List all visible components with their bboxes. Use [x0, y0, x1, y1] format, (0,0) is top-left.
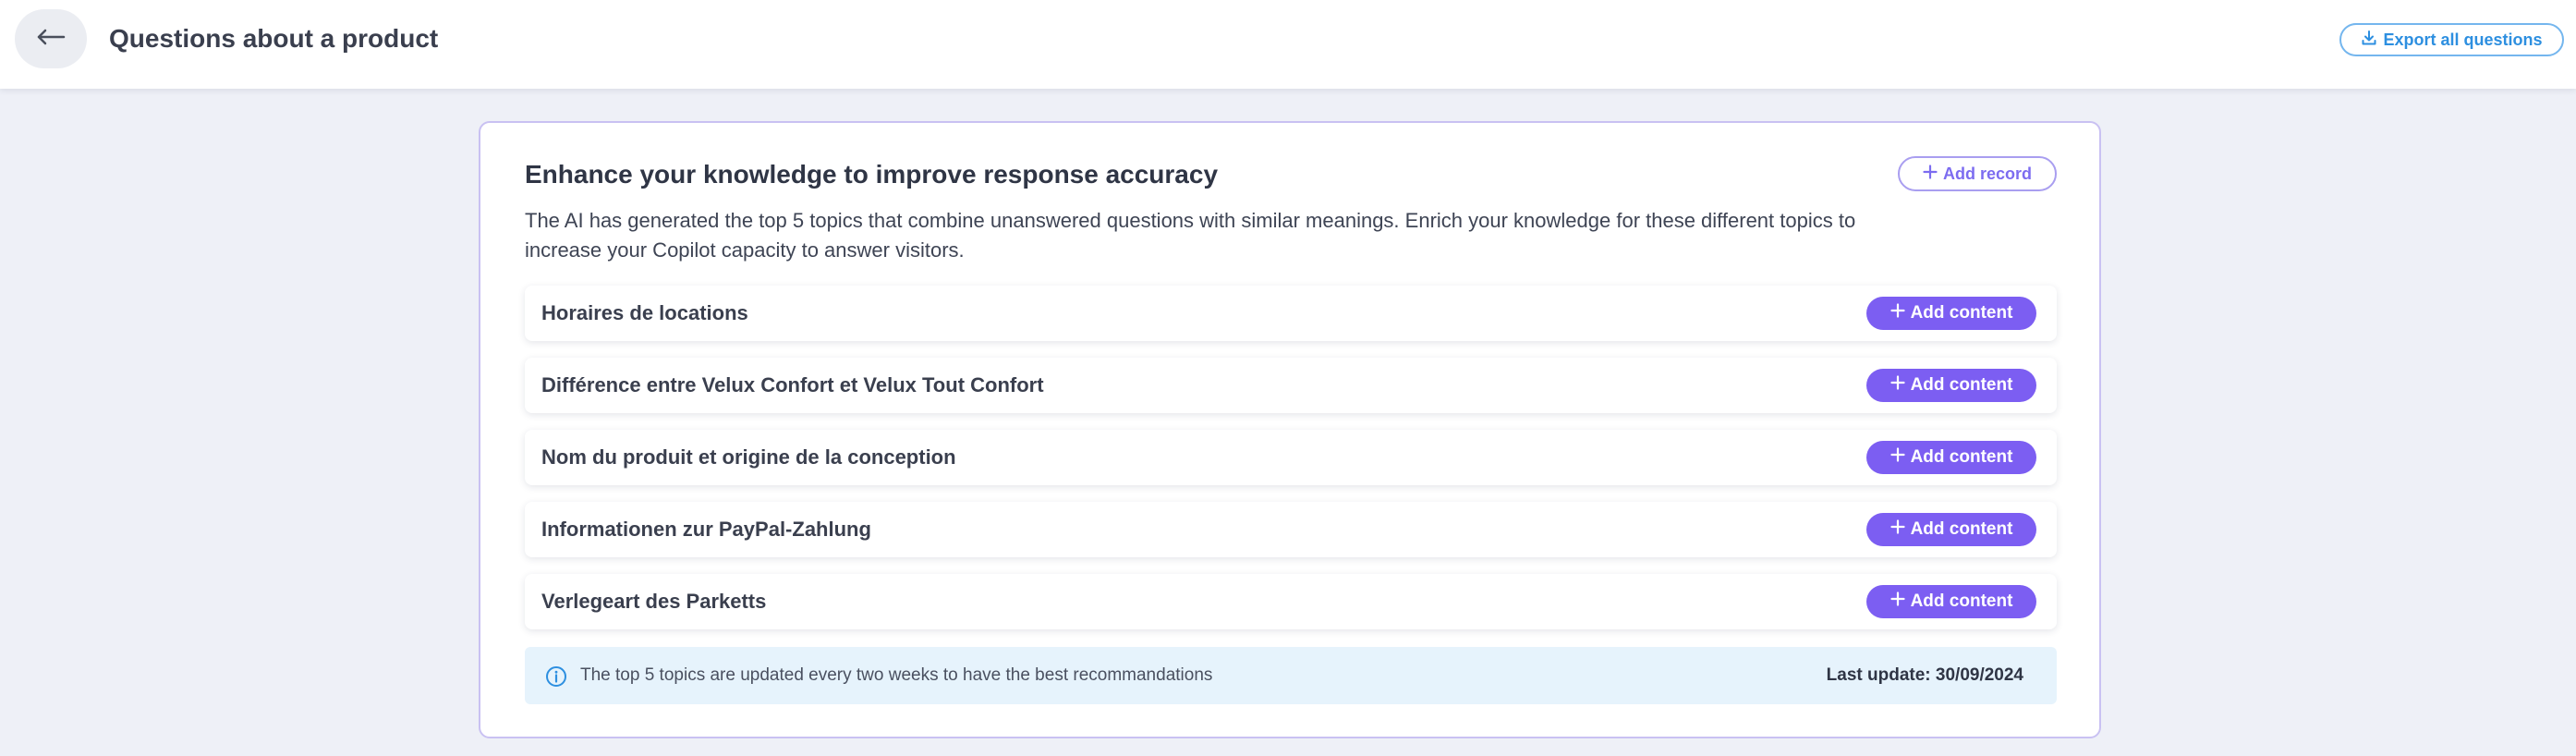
last-update: Last update: 30/09/2024	[1826, 665, 2023, 685]
arrow-left-icon	[36, 28, 66, 51]
topics-list: Horaires de locations Add content Différ…	[525, 286, 2057, 646]
topic-label: Différence entre Velux Confort et Velux …	[541, 373, 1044, 396]
add-content-button[interactable]: Add content	[1866, 441, 2036, 474]
page-title: Questions about a product	[109, 24, 439, 53]
add-record-button[interactable]: Add record	[1898, 156, 2057, 191]
back-button[interactable]	[15, 9, 87, 68]
plus-icon	[1889, 591, 1905, 612]
add-record-label: Add record	[1942, 164, 2032, 183]
topic-label: Nom du produit et origine de la concepti…	[541, 445, 956, 469]
topic-label: Horaires de locations	[541, 301, 748, 324]
add-content-button[interactable]: Add content	[1866, 585, 2036, 618]
card-description: The AI has generated the top 5 topics th…	[525, 209, 1856, 262]
topic-label: Verlegeart des Parketts	[541, 590, 767, 613]
card-title: Enhance your knowledge to improve respon…	[525, 160, 1219, 189]
add-content-label: Add content	[1910, 375, 2013, 395]
topic-row: Nom du produit et origine de la concepti…	[525, 430, 2057, 485]
plus-icon	[1889, 519, 1905, 540]
plus-icon	[1889, 447, 1905, 468]
plus-icon	[1889, 375, 1905, 396]
export-all-questions-button[interactable]: Export all questions	[2339, 23, 2564, 56]
topic-row: Différence entre Velux Confort et Velux …	[525, 358, 2057, 413]
info-text: The top 5 topics are updated every two w…	[580, 665, 1213, 685]
add-content-label: Add content	[1910, 519, 2013, 539]
add-content-label: Add content	[1910, 447, 2013, 467]
plus-icon	[1889, 303, 1905, 323]
topic-row: Horaires de locations Add content	[525, 286, 2057, 341]
topic-row: Verlegeart des Parketts Add content	[525, 574, 2057, 629]
topic-row: Informationen zur PayPal-Zahlung Add con…	[525, 502, 2057, 557]
add-content-label: Add content	[1910, 303, 2013, 323]
add-content-button[interactable]: Add content	[1866, 513, 2036, 546]
topic-label: Informationen zur PayPal-Zahlung	[541, 518, 871, 541]
plus-icon	[1923, 164, 1938, 184]
info-banner: The top 5 topics are updated every two w…	[525, 647, 2057, 704]
add-content-label: Add content	[1910, 591, 2013, 611]
knowledge-card: Enhance your knowledge to improve respon…	[479, 121, 2101, 738]
add-content-button[interactable]: Add content	[1866, 369, 2036, 402]
add-content-button[interactable]: Add content	[1866, 297, 2036, 330]
download-icon	[2361, 30, 2377, 51]
top-header: Questions about a product Export all que…	[0, 0, 2576, 89]
export-button-label: Export all questions	[2383, 30, 2543, 49]
info-icon	[545, 665, 567, 688]
